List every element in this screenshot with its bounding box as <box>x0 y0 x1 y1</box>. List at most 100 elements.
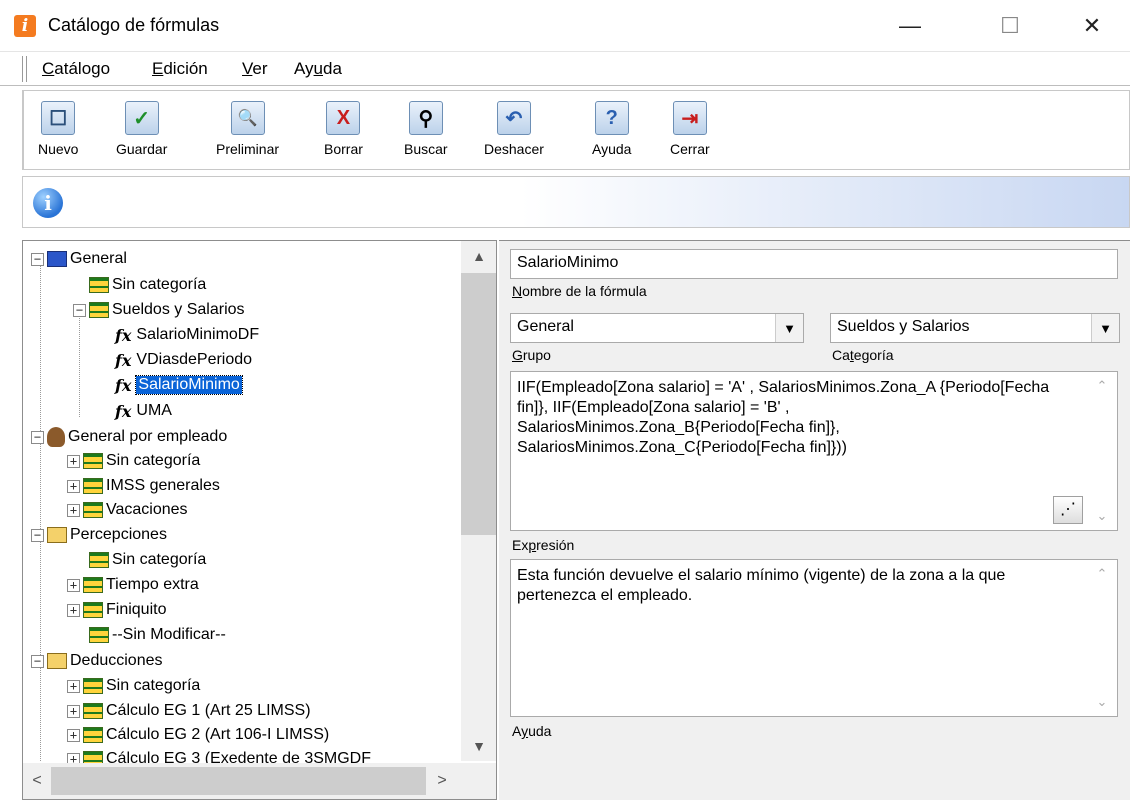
category-select[interactable]: Sueldos y Salarios ▼ <box>830 313 1120 343</box>
scroll-up-icon[interactable]: ▲ <box>461 241 496 271</box>
scroll-right-icon[interactable]: > <box>428 763 456 799</box>
category-icon <box>83 478 103 494</box>
expression-scrollbar[interactable]: ⌃ ⌄ <box>1087 372 1117 530</box>
print-preview-icon: 🔍 <box>230 101 265 135</box>
cerrar-button[interactable]: ⇥ Cerrar <box>670 101 710 157</box>
formula-icon: fx <box>115 375 132 395</box>
expand-icon[interactable]: + <box>67 479 80 493</box>
tree-vertical-scrollbar[interactable]: ▲ ▼ <box>461 241 496 761</box>
expand-icon[interactable]: + <box>67 578 80 592</box>
tree-node-formula[interactable]: fx UMA <box>115 399 172 423</box>
category-icon <box>83 727 103 743</box>
tree-node-label: Finiquito <box>106 601 167 618</box>
expand-icon[interactable]: + <box>67 503 80 517</box>
scroll-left-icon[interactable]: < <box>23 763 51 799</box>
collapse-icon[interactable]: − <box>31 252 44 266</box>
preliminar-label: Preliminar <box>216 141 280 157</box>
expand-icon[interactable]: + <box>67 454 80 468</box>
tree-node-category[interactable]: --Sin Modificar-- <box>89 623 226 647</box>
borrar-button[interactable]: X Borrar <box>324 101 363 157</box>
help-scrollbar[interactable]: ⌃ ⌄ <box>1087 560 1117 716</box>
expand-icon[interactable]: + <box>67 728 80 742</box>
menu-grip[interactable] <box>22 56 27 82</box>
tree-node-category[interactable]: + IMSS generales <box>67 474 220 498</box>
tree-node-deducciones[interactable]: − Deducciones <box>31 649 163 673</box>
menu-catalogo[interactable]: Catálogo <box>42 59 110 79</box>
tree-node-sin-categoria[interactable]: Sin categoría <box>89 273 206 297</box>
formula-tree[interactable]: − General Sin categoría − Sueldos y Sala… <box>22 240 497 800</box>
nuevo-label: Nuevo <box>38 141 79 157</box>
tree-node-formula[interactable]: fx SalarioMinimoDF <box>115 323 259 347</box>
tree-node-category[interactable]: + Cálculo EG 1 (Art 25 LIMSS) <box>67 699 311 723</box>
new-document-icon: ☐ <box>41 101 76 135</box>
expression-textarea[interactable]: IIF(Empleado[Zona salario] = 'A' , Salar… <box>510 371 1118 531</box>
buscar-label: Buscar <box>404 141 448 157</box>
minimize-button[interactable]: — <box>880 0 940 52</box>
tree-node-category[interactable]: + Tiempo extra <box>67 573 199 597</box>
collapse-icon[interactable]: − <box>31 528 44 542</box>
menu-bar: Catálogo Edición Ver Ayuda <box>0 52 1130 86</box>
menu-ayuda[interactable]: Ayuda <box>294 59 342 79</box>
tree-node-label: SalarioMinimo <box>135 375 243 395</box>
tree-node-general-por-empleado[interactable]: − General por empleado <box>31 425 227 449</box>
formula-name-field[interactable]: SalarioMinimo <box>510 249 1118 279</box>
tree-node-category[interactable]: + Finiquito <box>67 598 166 622</box>
category-icon <box>83 678 103 694</box>
tree-node-category[interactable]: + Cálculo EG 2 (Art 106-I LIMSS) <box>67 723 329 747</box>
ayuda-button[interactable]: ? Ayuda <box>592 101 631 157</box>
tree-node-category[interactable]: + Sin categoría <box>67 674 200 698</box>
scroll-down-icon[interactable]: ⌄ <box>1087 692 1117 712</box>
chevron-down-icon[interactable]: ▼ <box>1091 314 1119 342</box>
group-select[interactable]: General ▼ <box>510 313 804 343</box>
tree-node-sueldos-y-salarios[interactable]: − Sueldos y Salarios <box>73 298 245 322</box>
tree-node-label: Vacaciones <box>106 501 188 518</box>
tree-node-category[interactable]: + Sin categoría <box>67 449 200 473</box>
collapse-icon[interactable]: − <box>31 430 44 444</box>
maximize-button[interactable]: ☐ <box>980 0 1040 52</box>
collapse-icon[interactable]: − <box>73 303 86 317</box>
deshacer-label: Deshacer <box>484 141 544 157</box>
info-icon[interactable]: i <box>33 188 63 218</box>
caption-accel: G <box>512 347 523 363</box>
guardar-button[interactable]: ✓ Guardar <box>116 101 167 157</box>
borrar-label: Borrar <box>324 141 363 157</box>
nuevo-button[interactable]: ☐ Nuevo <box>38 101 78 157</box>
expand-icon[interactable]: + <box>67 704 80 718</box>
scroll-thumb[interactable] <box>51 767 426 795</box>
tree-node-formula[interactable]: fx VDiasdePeriodo <box>115 348 252 372</box>
chevron-down-icon[interactable]: ▼ <box>775 314 803 342</box>
tree-node-category[interactable]: Sin categoría <box>89 548 206 572</box>
scroll-up-icon[interactable]: ⌃ <box>1087 564 1117 584</box>
help-text: Esta función devuelve el salario mínimo … <box>517 567 1006 604</box>
deshacer-button[interactable]: ↶ Deshacer <box>484 101 544 157</box>
tree-guide <box>79 313 80 417</box>
caption-accel: p <box>528 537 537 553</box>
tree-node-category[interactable]: + Vacaciones <box>67 498 188 522</box>
buscar-button[interactable]: ⚲ Buscar <box>404 101 448 157</box>
preliminar-button[interactable]: 🔍 Preliminar <box>216 101 279 157</box>
checkmark-icon: ✓ <box>124 101 159 135</box>
scroll-up-icon[interactable]: ⌃ <box>1087 376 1117 396</box>
tree-node-percepciones[interactable]: − Percepciones <box>31 523 167 547</box>
caption-text: ombre de la fórmula <box>522 283 647 299</box>
collapse-icon[interactable]: − <box>31 654 44 668</box>
help-textarea[interactable]: Esta función devuelve el salario mínimo … <box>510 559 1118 717</box>
expression-caption: Expresión <box>512 537 574 553</box>
tree-node-label: Sueldos y Salarios <box>112 301 245 318</box>
expand-icon[interactable]: + <box>67 679 80 693</box>
expand-icon[interactable]: + <box>67 603 80 617</box>
tree-node-formula-selected[interactable]: fx SalarioMinimo <box>115 373 243 397</box>
scroll-thumb[interactable] <box>461 273 496 535</box>
close-window-button[interactable]: ✕ <box>1062 0 1122 52</box>
menu-ver[interactable]: Ver <box>242 59 268 79</box>
exit-icon: ⇥ <box>672 101 707 135</box>
scroll-down-icon[interactable]: ▼ <box>461 731 496 761</box>
formula-icon: fx <box>115 350 132 370</box>
expression-wizard-icon[interactable]: ⋰ <box>1053 496 1083 524</box>
tree-node-general[interactable]: − General <box>31 247 127 271</box>
menu-edicion[interactable]: Edición <box>152 59 208 79</box>
caption-text: uda <box>528 723 552 739</box>
menu-label-pre: Ay <box>294 59 314 78</box>
tree-horizontal-scrollbar[interactable]: < > <box>23 763 496 799</box>
scroll-down-icon[interactable]: ⌄ <box>1087 506 1117 526</box>
